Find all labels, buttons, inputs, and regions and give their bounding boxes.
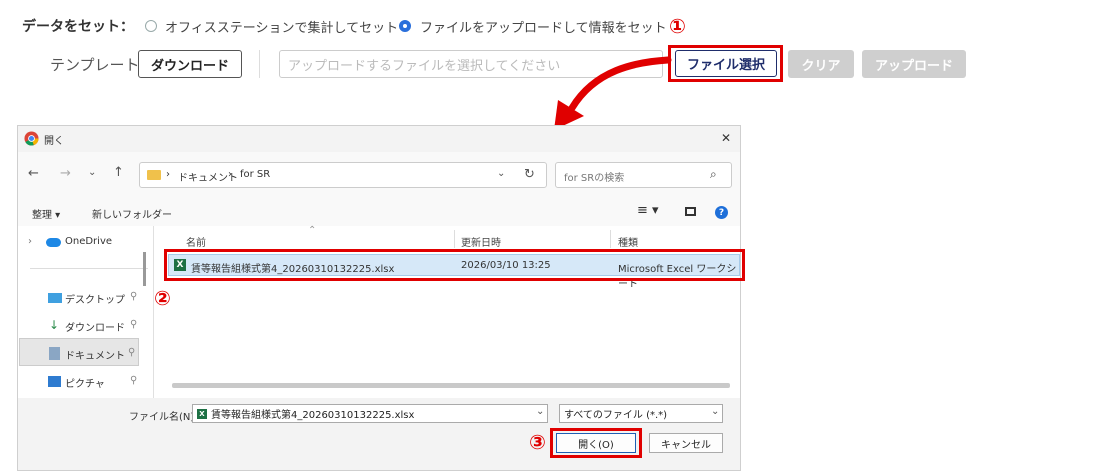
column-date[interactable]: 更新日時 — [461, 234, 501, 249]
nav-scrollbar[interactable] — [143, 252, 146, 286]
filename-value: 賃等報告組様式第4_20260310132225.xlsx — [211, 410, 415, 421]
clear-button[interactable]: クリア — [788, 50, 854, 78]
filetype-dropdown-icon[interactable]: ⌄ — [711, 406, 719, 417]
nav-divider — [30, 268, 148, 269]
view-menu-icon[interactable]: ≡ ▾ — [637, 203, 659, 218]
step3-marker: ③ — [529, 430, 546, 454]
horizontal-scrollbar[interactable] — [172, 383, 730, 388]
data-set-label: データをセット： — [22, 19, 134, 35]
upload-button[interactable]: アップロード — [862, 50, 966, 78]
dialog-navbar: ← → ⌄ ↑ › ドキュメント › for SR ⌄ ↻ for SRの検索 … — [18, 152, 740, 198]
cancel-button[interactable]: キャンセル — [649, 433, 723, 453]
filetype-value: すべてのファイル (*.*) — [564, 410, 668, 421]
desktop-icon — [48, 293, 62, 303]
pin-icon: ⚲ — [130, 319, 138, 330]
organize-button[interactable]: 整理 ▾ — [32, 206, 60, 221]
navigation-pane: › OneDrive デスクトップ ⚲ ↓ ダウンロード ⚲ ドキュメント ⚲ … — [18, 226, 154, 398]
address-dropdown-icon[interactable]: ⌄ — [497, 168, 505, 179]
pin-icon: ⚲ — [130, 291, 138, 302]
download-button[interactable]: ダウンロード — [138, 50, 242, 78]
onedrive-cloud-icon — [46, 238, 61, 247]
sort-up-chevron-icon: ⌃ — [308, 225, 317, 236]
breadcrumb-sep-1: › — [166, 169, 170, 180]
new-folder-button[interactable]: 新しいフォルダー — [92, 206, 172, 221]
nav-downloads[interactable]: ダウンロード — [65, 319, 125, 334]
step1-marker: ① — [669, 14, 686, 38]
chrome-icon — [24, 131, 39, 146]
open-file-dialog: 開く ✕ ← → ⌄ ↑ › ドキュメント › for SR ⌄ ↻ for S… — [17, 125, 745, 471]
select-file-button[interactable]: ファイル選択 — [675, 50, 777, 77]
step2-marker: ② — [154, 286, 171, 310]
nav-documents[interactable]: ドキュメント — [65, 347, 125, 362]
filename-input[interactable]: X 賃等報告組様式第4_20260310132225.xlsx — [192, 404, 548, 423]
nav-pictures[interactable]: ピクチャ — [65, 375, 105, 390]
download-arrow-icon: ↓ — [49, 318, 60, 332]
filetype-select[interactable]: すべてのファイル (*.*) — [559, 404, 723, 423]
open-button[interactable]: 開く(O) — [556, 433, 636, 453]
breadcrumb-for-sr[interactable]: for SR — [240, 169, 270, 180]
column-divider — [610, 230, 611, 248]
breadcrumb-sep-2: › — [228, 169, 232, 180]
pictures-icon — [48, 376, 61, 387]
red-arrow-icon — [554, 56, 672, 130]
dialog-titlebar: 開く ✕ — [18, 126, 740, 152]
refresh-icon[interactable]: ↻ — [524, 167, 535, 182]
expand-chevron-icon[interactable]: › — [28, 236, 32, 247]
highlight-file-row — [164, 249, 745, 281]
history-chevron-icon[interactable]: ⌄ — [88, 167, 96, 178]
nav-desktop[interactable]: デスクトップ — [65, 291, 125, 306]
address-bar[interactable]: › ドキュメント › for SR ⌄ ↻ — [139, 162, 547, 188]
preview-pane-icon[interactable] — [685, 207, 696, 216]
dialog-bottom-bar: ファイル名(N): X 賃等報告組様式第4_20260310132225.xls… — [18, 398, 740, 470]
filename-label: ファイル名(N): — [129, 412, 198, 423]
radio-office-station-label: オフィスステーションで集計してセット — [165, 21, 399, 36]
dialog-close-icon[interactable]: ✕ — [721, 131, 731, 145]
nav-onedrive[interactable]: OneDrive — [65, 236, 112, 247]
dialog-toolbar: 整理 ▾ 新しいフォルダー ≡ ▾ ? — [18, 198, 740, 226]
up-arrow-icon[interactable]: ↑ — [113, 165, 124, 180]
help-icon[interactable]: ? — [715, 206, 728, 219]
radio-upload-file-label: ファイルをアップロードして情報をセット — [420, 21, 667, 36]
radio-upload-file[interactable] — [399, 20, 411, 32]
filename-dropdown-icon[interactable]: ⌄ — [536, 406, 544, 417]
search-placeholder: for SRの検索 — [564, 173, 625, 184]
forward-arrow-icon[interactable]: → — [60, 166, 71, 181]
column-type[interactable]: 種類 — [618, 234, 638, 249]
column-divider — [454, 230, 455, 248]
pin-icon: ⚲ — [130, 375, 138, 386]
documents-icon — [49, 347, 60, 360]
search-icon[interactable]: ⌕ — [710, 167, 717, 182]
folder-icon — [147, 170, 161, 180]
excel-file-icon: X — [197, 408, 207, 419]
back-arrow-icon[interactable]: ← — [28, 166, 39, 181]
pin-icon: ⚲ — [128, 347, 136, 358]
radio-office-station[interactable] — [145, 20, 157, 32]
column-name[interactable]: 名前 — [186, 234, 206, 249]
divider — [259, 50, 260, 78]
search-box[interactable]: for SRの検索 ⌕ — [555, 162, 732, 188]
dialog-title: 開く — [44, 136, 64, 147]
